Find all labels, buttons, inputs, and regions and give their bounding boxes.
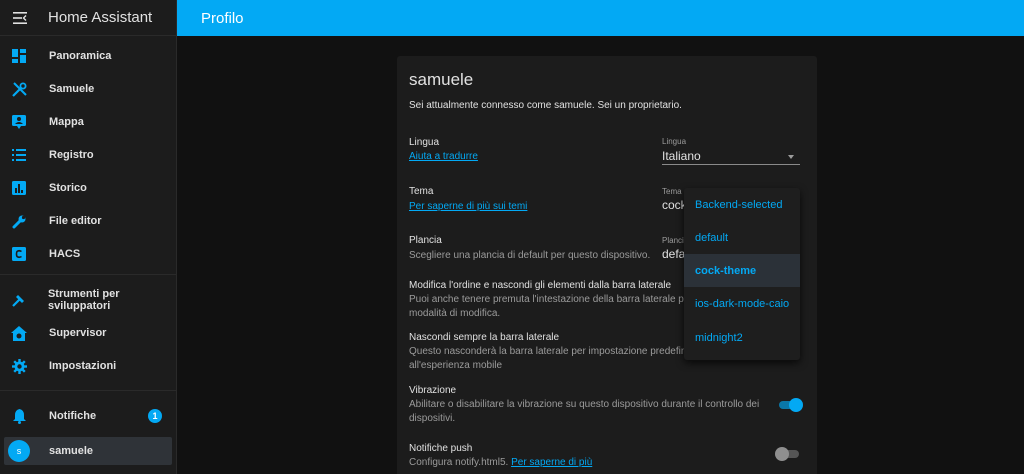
sidebar-item-file-editor[interactable]: File editor [0, 206, 177, 236]
toggle-knob [775, 447, 789, 461]
sidebar-item-samuele[interactable]: Samuele [0, 74, 177, 104]
sidebar-item-supervisor[interactable]: Supervisor [0, 318, 177, 348]
dashboard-icon [10, 47, 28, 65]
sidebar-item-label: File editor [49, 215, 102, 227]
map-icon [10, 113, 28, 131]
hide-sidebar-desc: Questo nasconderà la barra laterale per … [409, 346, 697, 357]
list-icon [10, 146, 28, 164]
supervisor-icon [10, 324, 28, 342]
dashboard-select-value: defa [662, 247, 686, 261]
theme-option[interactable]: midnight2 [684, 321, 800, 354]
app-title: Home Assistant [48, 9, 153, 26]
translate-link[interactable]: Aiuta a tradurre [409, 151, 478, 162]
bell-icon [10, 407, 28, 425]
user-name: samuele [49, 445, 94, 457]
profile-title: samuele [409, 70, 474, 89]
chart-icon [10, 179, 28, 197]
tools-icon [10, 80, 28, 98]
language-heading: Lingua [409, 137, 440, 148]
theme-option[interactable]: default [684, 221, 800, 254]
theme-dropdown-menu: Backend-selected default cock-theme ios-… [684, 188, 800, 360]
language-help: Aiuta a tradurre [409, 150, 478, 164]
theme-option[interactable]: ios-dark-mode-caio [684, 287, 800, 320]
theme-help: Per saperne di più sui temi [409, 200, 527, 214]
gear-icon [10, 357, 28, 375]
sidebar-item-label: Registro [49, 149, 94, 161]
theme-option-selected[interactable]: cock-theme [684, 254, 800, 287]
notification-badge: 1 [148, 409, 162, 423]
hide-sidebar-desc: all'esperienza mobile [409, 360, 503, 371]
sidebar: Home Assistant Panoramica Samuele Mappa … [0, 0, 177, 474]
sidebar-item-impostazioni[interactable]: Impostazioni [0, 351, 177, 381]
sidebar-item-label: Impostazioni [49, 360, 117, 372]
sidebar-header: Home Assistant [0, 0, 176, 36]
vibration-desc: Abilitare o disabilitare la vibrazione s… [409, 399, 760, 410]
dashboard-desc: Scegliere una plancia di default per que… [409, 250, 651, 261]
sidebar-item-label: HACS [49, 248, 81, 260]
push-desc: Configura notify.html5. Per saperne di p… [409, 456, 592, 470]
theme-select-value: cock [662, 198, 687, 212]
dashboard-heading: Plancia [409, 235, 442, 246]
theme-select-label: Tema [662, 187, 682, 196]
profile-subtitle: Sei attualmente connesso come samuele. S… [409, 100, 682, 111]
menu-collapse-icon[interactable] [9, 7, 31, 29]
sidebar-item-label: Supervisor [49, 327, 107, 339]
language-select-label: Lingua [662, 137, 687, 146]
hide-sidebar-heading: Nascondi sempre la barra laterale [409, 332, 560, 343]
sidebar-item-registro[interactable]: Registro [0, 140, 177, 170]
theme-heading: Tema [409, 186, 434, 197]
theme-learn-link[interactable]: Per saperne di più sui temi [409, 201, 527, 212]
sidebar-order-desc: modalità di modifica. [409, 308, 501, 319]
sidebar-item-hacs[interactable]: HACS [0, 239, 177, 269]
sidebar-item-label: Samuele [49, 83, 95, 95]
sidebar-item-panoramica[interactable]: Panoramica [0, 41, 177, 71]
sidebar-item-storico[interactable]: Storico [0, 173, 177, 203]
wrench-icon [10, 212, 28, 230]
chevron-down-icon [788, 155, 794, 159]
push-toggle[interactable] [775, 447, 801, 461]
page-title: Profilo [201, 9, 244, 27]
sidebar-item-dev-tools[interactable]: Strumenti per sviluppatori [0, 285, 177, 315]
push-desc-text: Configura notify.html5. [409, 457, 509, 468]
sidebar-item-mappa[interactable]: Mappa [0, 107, 177, 137]
hammer-icon [10, 291, 27, 309]
sidebar-divider [0, 274, 177, 275]
language-select-underline [662, 164, 800, 165]
toggle-knob [789, 398, 803, 412]
sidebar-item-label: Mappa [49, 116, 84, 128]
sidebar-item-notifiche[interactable]: Notifiche 1 [0, 401, 177, 431]
sidebar-user[interactable]: s samuele [4, 437, 172, 465]
sidebar-divider [0, 390, 177, 391]
sidebar-item-label: Storico [49, 182, 87, 194]
vibration-heading: Vibrazione [409, 385, 457, 396]
hacs-icon [10, 245, 28, 263]
sidebar-order-desc: Puoi anche tenere premuta l'intestazione… [409, 294, 702, 305]
push-heading: Notifiche push [409, 443, 473, 454]
vibration-toggle[interactable] [777, 398, 803, 412]
sidebar-order-heading: Modifica l'ordine e nascondi gli element… [409, 280, 672, 291]
push-learn-link[interactable]: Per saperne di più [511, 457, 592, 468]
sidebar-item-label: Panoramica [49, 50, 112, 62]
sidebar-item-label: Strumenti per sviluppatori [47, 288, 120, 312]
language-select-value: Italiano [662, 149, 701, 163]
sidebar-item-label: Notifiche [49, 410, 97, 422]
top-bar: Profilo [177, 0, 1024, 36]
vibration-desc: dispositivi. [409, 413, 456, 424]
theme-option[interactable]: Backend-selected [684, 188, 800, 221]
avatar: s [8, 440, 30, 462]
